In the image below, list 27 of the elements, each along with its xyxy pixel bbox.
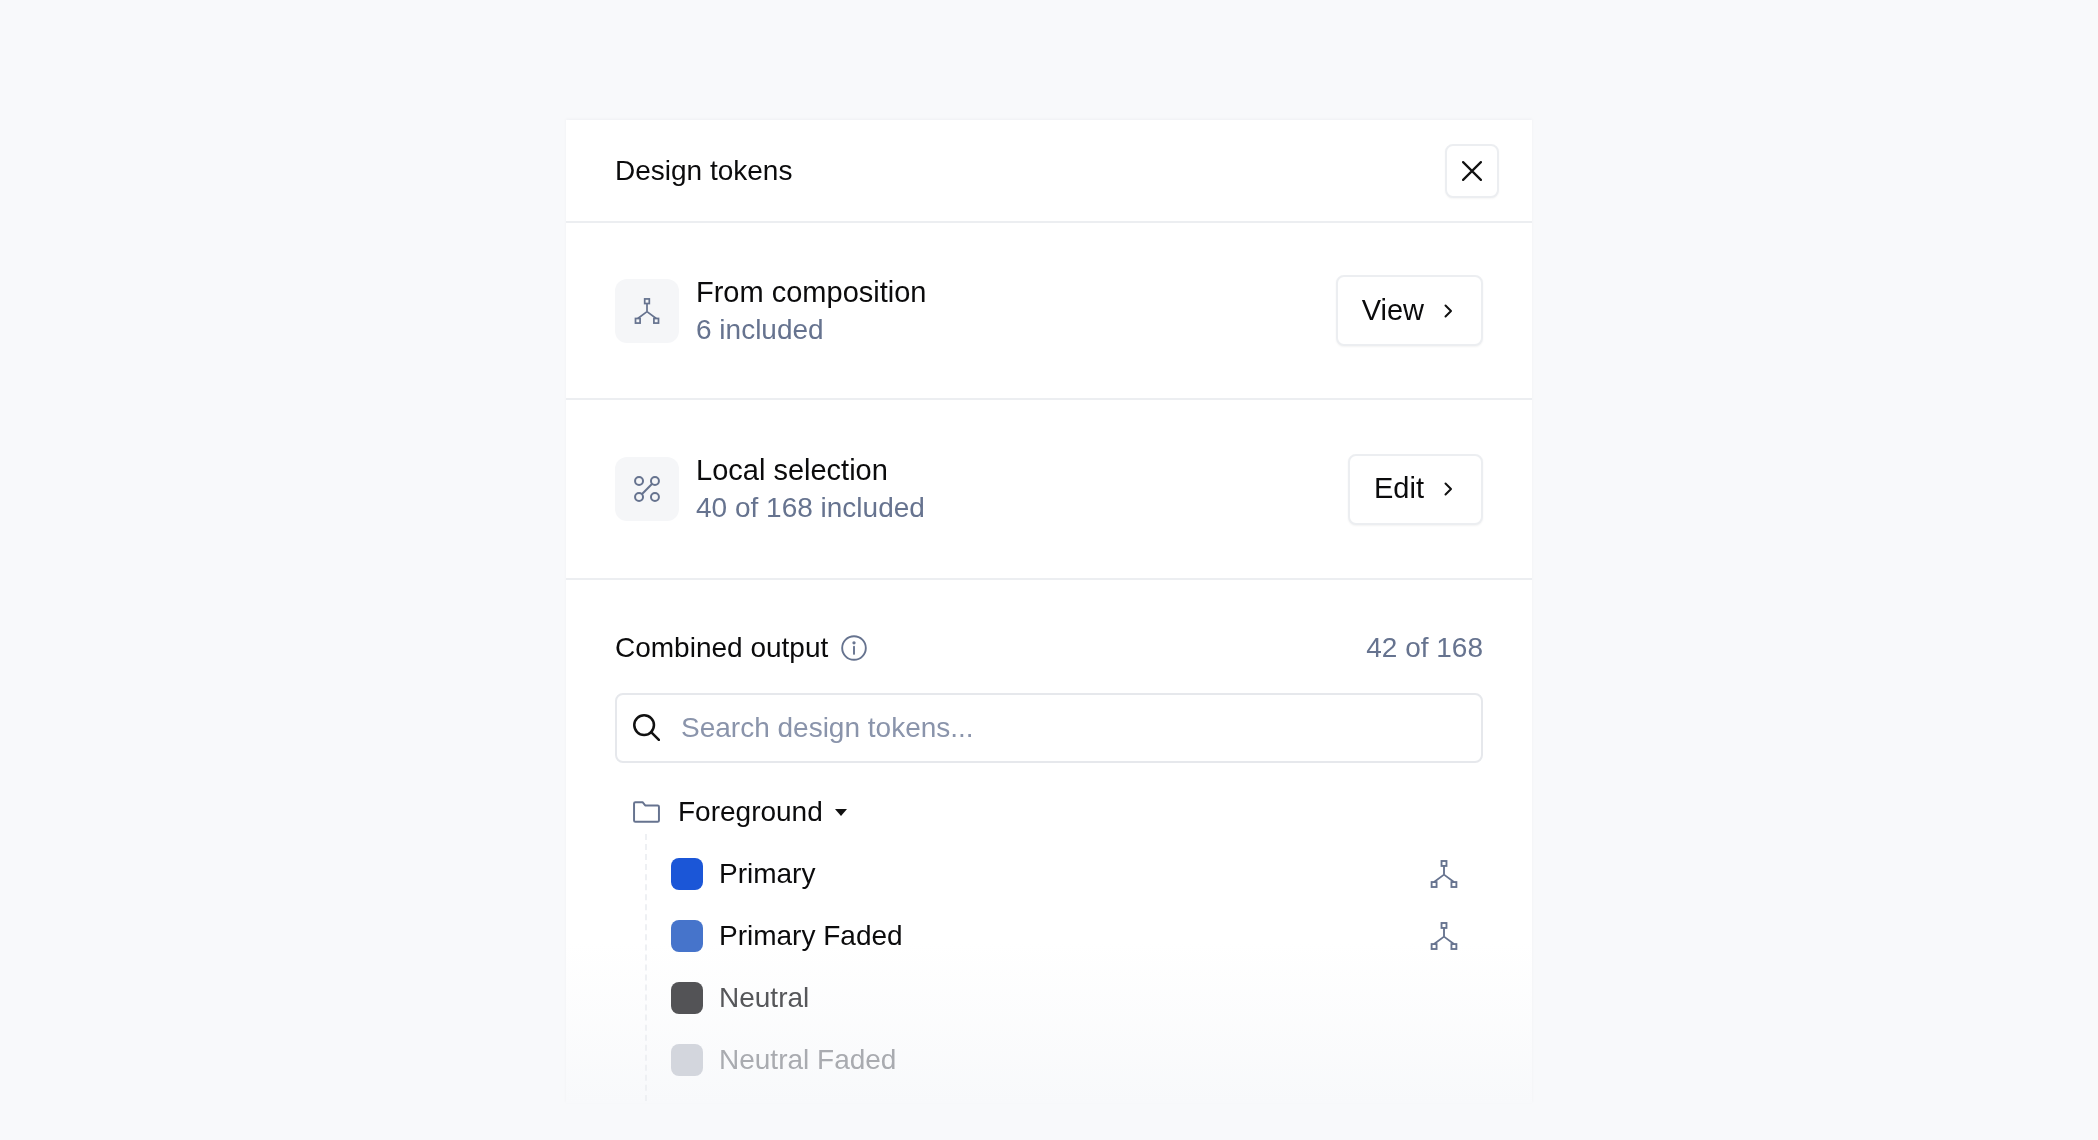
search-icon: [633, 714, 660, 741]
search-field[interactable]: Search design tokens...: [615, 693, 1483, 763]
source-subtitle: 40 of 168 included: [696, 491, 925, 525]
source-action-button[interactable]: View: [1335, 275, 1483, 346]
token-row[interactable]: Primary Faded: [671, 905, 1458, 967]
source-action-button[interactable]: Edit: [1348, 453, 1483, 525]
node-tree-icon: [634, 297, 660, 324]
close-icon: [1462, 160, 1482, 181]
source-subtitle: 6 included: [696, 312, 825, 347]
source-title: From composition: [696, 274, 927, 310]
chevron-right-icon: [1444, 302, 1453, 319]
chevron-right-icon: [1444, 481, 1453, 497]
token-row[interactable]: Neutral: [671, 967, 1458, 1029]
token-label: Primary: [719, 857, 816, 891]
token-label: Primary Faded: [719, 919, 903, 953]
close-button[interactable]: [1445, 143, 1499, 198]
info-icon[interactable]: [841, 635, 868, 661]
folder-toggle[interactable]: Foreground: [678, 793, 847, 831]
token-label: Neutral: [719, 981, 810, 1015]
folder-icon: [633, 801, 660, 823]
section-title: Combined output: [615, 631, 829, 665]
source-title: Local selection: [696, 453, 889, 488]
token-row[interactable]: Primary: [671, 843, 1458, 905]
panel-title: Design tokens: [615, 153, 793, 188]
linked-dots-icon: [634, 476, 660, 502]
token-count: 42 of 168: [1366, 631, 1483, 665]
token-label: Neutral Faded: [719, 1043, 897, 1077]
